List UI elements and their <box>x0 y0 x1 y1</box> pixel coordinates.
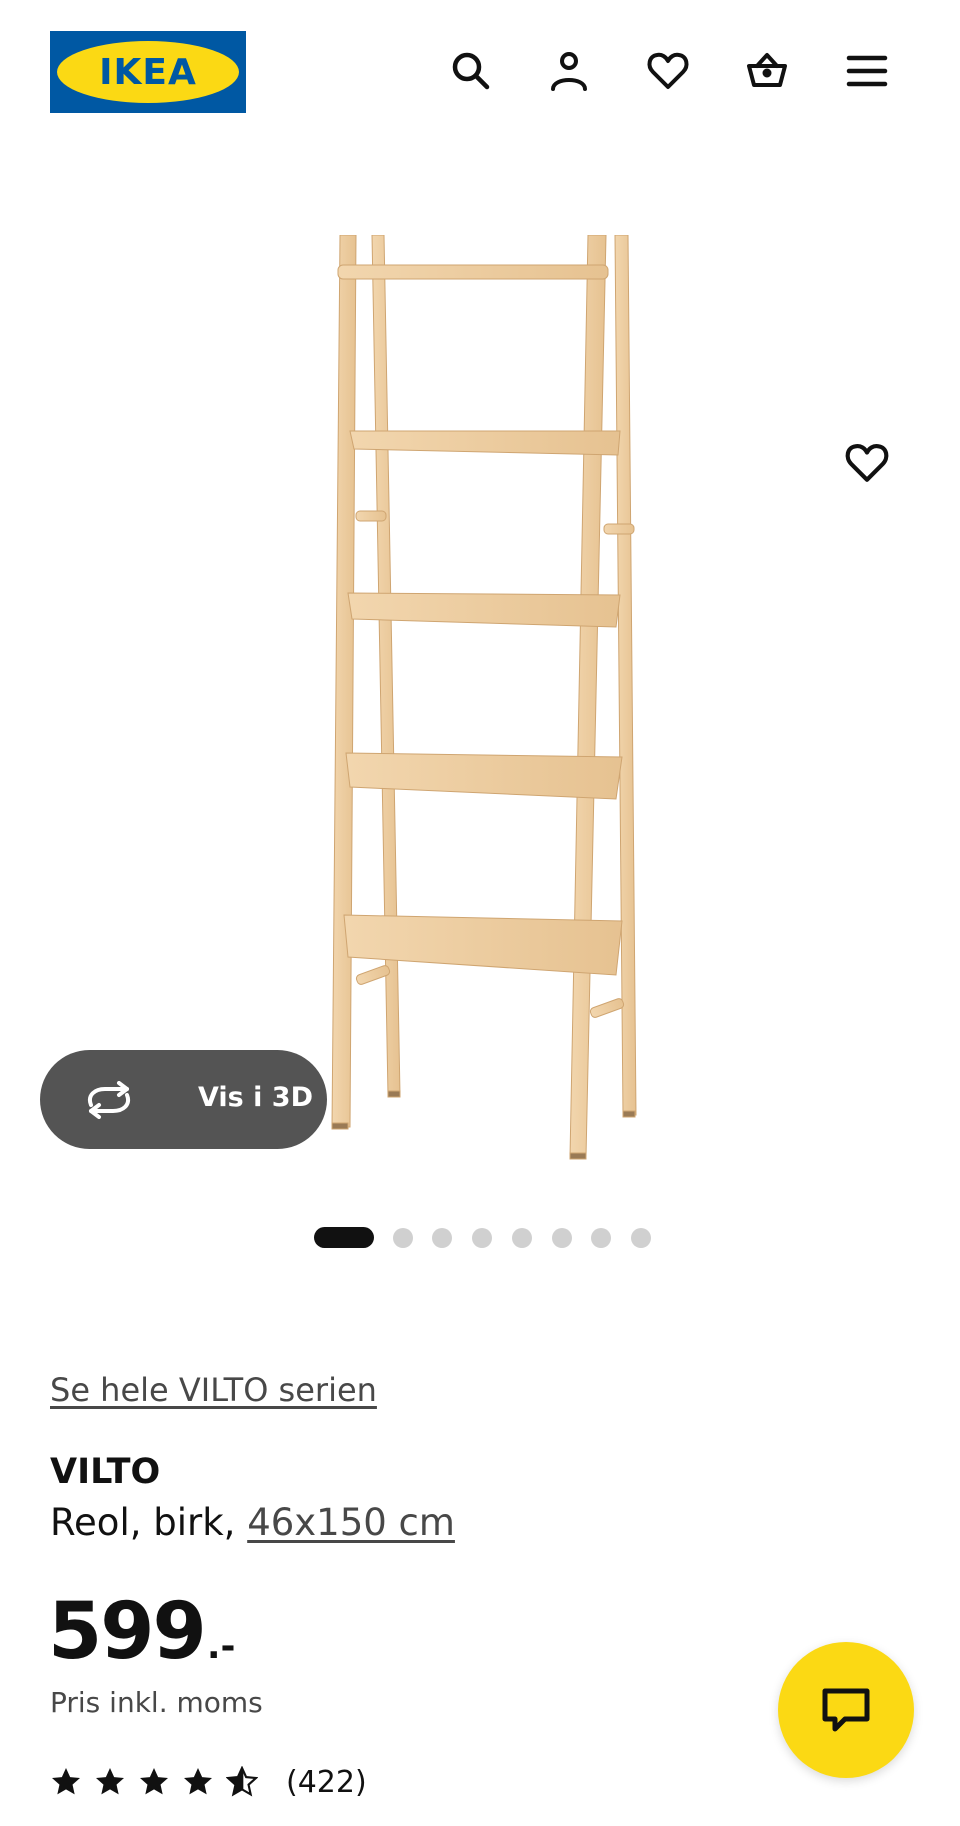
product-name: VILTO <box>50 1452 161 1492</box>
product-rating[interactable]: (422) <box>50 1760 367 1804</box>
product-gallery[interactable] <box>0 140 960 1200</box>
carousel-dot[interactable] <box>552 1228 572 1248</box>
star-icon <box>96 1768 124 1795</box>
product-price: 599.- <box>48 1587 235 1677</box>
add-to-favorites-button[interactable] <box>836 432 898 494</box>
star-icon <box>52 1768 80 1795</box>
carousel-dot[interactable] <box>472 1228 492 1248</box>
carousel-dot[interactable] <box>512 1228 532 1248</box>
product-description: Reol, birk, 46x150 cm <box>50 1501 455 1544</box>
star-icon <box>140 1768 168 1795</box>
product-type-text: Reol, birk, <box>50 1501 248 1544</box>
search-icon[interactable] <box>440 40 502 102</box>
basket-icon[interactable] <box>736 40 798 102</box>
chat-button[interactable] <box>778 1642 914 1778</box>
series-link[interactable]: Se hele VILTO serien <box>50 1371 377 1409</box>
price-suffix: .- <box>206 1626 236 1667</box>
product-image <box>331 235 637 1160</box>
account-icon[interactable] <box>538 40 600 102</box>
favorites-icon[interactable] <box>637 40 699 102</box>
logo-registered-mark: ® <box>233 48 242 58</box>
carousel-dot[interactable] <box>591 1228 611 1248</box>
rotate-3d-icon <box>88 1081 130 1119</box>
carousel-dot[interactable] <box>631 1228 651 1248</box>
carousel-dot-active[interactable] <box>314 1227 374 1248</box>
carousel-dot[interactable] <box>393 1228 413 1248</box>
view-in-3d-button[interactable]: Vis i 3D <box>40 1050 327 1149</box>
price-note: Pris inkl. moms <box>50 1686 263 1719</box>
heart-icon <box>845 443 889 482</box>
carousel-dot[interactable] <box>432 1228 452 1248</box>
chat-icon <box>822 1688 870 1732</box>
review-count: (422) <box>286 1764 367 1800</box>
product-size-link[interactable]: 46x150 cm <box>247 1501 455 1544</box>
star-half-icon <box>226 1766 258 1797</box>
price-integer: 599 <box>48 1587 207 1677</box>
site-header: IKEA ® <box>0 0 960 140</box>
logo-text: IKEA <box>99 51 197 93</box>
carousel-pagination <box>0 1227 960 1249</box>
star-icon <box>184 1768 212 1795</box>
view-in-3d-label: Vis i 3D <box>198 1082 314 1113</box>
ikea-logo[interactable]: IKEA ® <box>50 31 246 113</box>
menu-icon[interactable] <box>836 40 898 102</box>
